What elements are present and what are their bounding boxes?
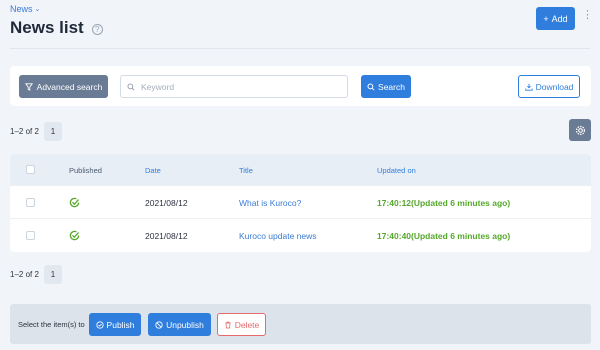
download-icon [524, 83, 533, 91]
column-title[interactable]: Title [239, 166, 253, 175]
row-updated: 17:40:40(Updated 6 minutes ago) [377, 231, 511, 241]
row-checkbox[interactable] [26, 231, 35, 240]
header-divider [10, 48, 590, 49]
column-published[interactable]: Published [69, 166, 102, 175]
gear-icon [575, 125, 585, 135]
delete-button-label: Delete [234, 319, 260, 330]
bulk-actions-bar: Select the item(s) to Publish Unpublish … [10, 304, 591, 344]
help-icon[interactable]: ? [91, 23, 103, 35]
check-circle-icon [95, 320, 104, 329]
row-updated: 17:40:12(Updated 6 minutes ago) [377, 198, 511, 208]
row-title-link[interactable]: What is Kuroco? [239, 198, 301, 208]
delete-button[interactable]: Delete [217, 313, 266, 336]
keyword-input[interactable] [141, 81, 331, 92]
advanced-search-button[interactable]: Advanced search [19, 75, 108, 98]
add-button[interactable]: + Add [536, 7, 575, 30]
pagination-summary: 1–2 of 2 [10, 127, 39, 136]
pagination-bottom: 1–2 of 2 1 [10, 265, 62, 284]
publish-button[interactable]: Publish [89, 313, 141, 336]
pagination-top: 1–2 of 2 1 [10, 122, 62, 141]
publish-button-label: Publish [106, 319, 135, 330]
row-checkbox[interactable] [26, 198, 35, 207]
filter-icon [24, 82, 33, 91]
page-button-1[interactable]: 1 [43, 265, 62, 284]
breadcrumb-news[interactable]: News [10, 4, 33, 14]
table-header: Published Date Title Updated on [10, 154, 591, 185]
plus-icon: + [543, 13, 549, 24]
breadcrumb[interactable]: News ⌄ [10, 4, 40, 14]
chevron-down-icon: ⌄ [34, 6, 41, 13]
select-all-checkbox[interactable] [26, 165, 35, 174]
search-panel: Advanced search Search Download [10, 66, 591, 106]
bulk-actions-label: Select the item(s) to [18, 320, 85, 329]
trash-icon [225, 321, 231, 328]
column-updated-on[interactable]: Updated on [377, 166, 416, 175]
add-button-label: Add [551, 13, 568, 24]
published-check-icon [69, 230, 80, 241]
row-title-link[interactable]: Kuroco update news [239, 231, 317, 241]
pagination-summary: 1–2 of 2 [10, 270, 39, 279]
page-header: News list ? [10, 18, 103, 38]
download-button-label: Download [535, 81, 574, 92]
search-icon [127, 83, 135, 91]
settings-button[interactable] [569, 119, 591, 141]
advanced-search-label: Advanced search [36, 81, 103, 92]
news-table: Published Date Title Updated on 2021/08/… [10, 154, 591, 252]
column-date[interactable]: Date [145, 166, 161, 175]
row-date: 2021/08/12 [145, 231, 188, 241]
unpublish-button[interactable]: Unpublish [148, 313, 211, 336]
download-button[interactable]: Download [518, 75, 580, 98]
keyword-field[interactable] [120, 75, 348, 98]
search-button[interactable]: Search [361, 75, 411, 98]
more-menu-icon[interactable]: ⋮ [582, 10, 593, 21]
table-row: 2021/08/12 Kuroco update news 17:40:40(U… [10, 218, 591, 251]
unpublish-button-label: Unpublish [166, 319, 204, 330]
search-icon [367, 82, 375, 91]
page-title: News list [10, 18, 84, 37]
row-date: 2021/08/12 [145, 198, 188, 208]
page-button-1[interactable]: 1 [43, 122, 62, 141]
ban-icon [155, 320, 163, 329]
published-check-icon [69, 197, 80, 208]
search-button-label: Search [378, 81, 405, 92]
table-row: 2021/08/12 What is Kuroco? 17:40:12(Upda… [10, 185, 591, 218]
